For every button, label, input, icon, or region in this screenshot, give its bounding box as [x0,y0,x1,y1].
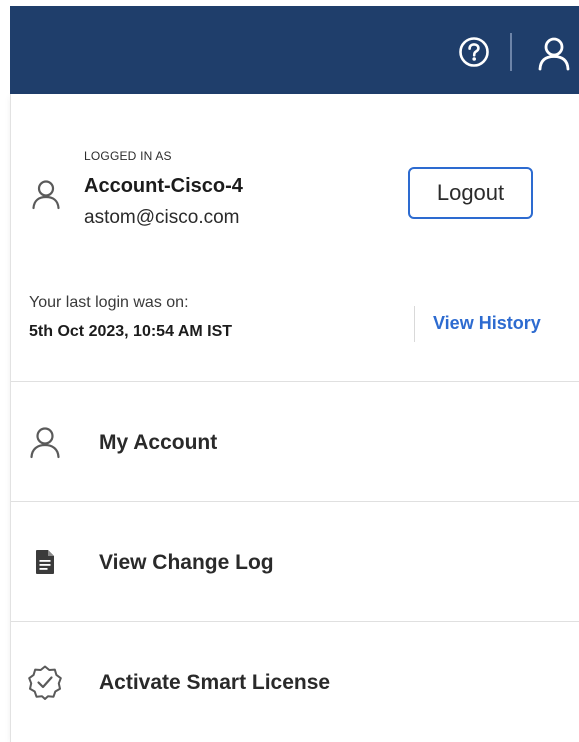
menu-item-label: My Account [99,431,218,454]
user-icon [32,180,60,210]
account-summary: LOGGED IN AS Account-Cisco-4 astom@cisco… [11,94,579,381]
user-menu-screen: LOGGED IN AS Account-Cisco-4 astom@cisco… [0,0,579,742]
help-button[interactable] [456,34,492,70]
vertical-divider [414,306,415,342]
badge-check-icon [28,665,62,700]
account-name: Account-Cisco-4 [84,175,243,197]
document-icon [36,550,54,574]
top-navigation-bar [10,6,579,94]
menu-item-label: Activate Smart License [99,671,331,694]
menu-item-my-account[interactable]: My Account [11,381,579,501]
menu-item-view-change-log[interactable]: View Change Log [11,501,579,621]
menu-item-activate-smart-license[interactable]: Activate Smart License [11,621,579,741]
account-email: astom@cisco.com [84,207,240,228]
question-circle-icon [459,37,489,67]
menu-item-label: View Change Log [99,551,274,574]
logged-in-as-label: LOGGED IN AS [84,149,172,163]
user-menu-button[interactable] [533,32,575,74]
header-separator [510,33,512,71]
view-history-link[interactable]: View History [433,313,541,334]
user-icon [538,37,570,71]
user-icon [30,427,60,459]
user-dropdown-panel: LOGGED IN AS Account-Cisco-4 astom@cisco… [10,94,579,742]
logout-button[interactable]: Logout [408,167,533,219]
last-login-value: 5th Oct 2023, 10:54 AM IST [29,323,233,340]
last-login-label: Your last login was on: [29,294,189,311]
